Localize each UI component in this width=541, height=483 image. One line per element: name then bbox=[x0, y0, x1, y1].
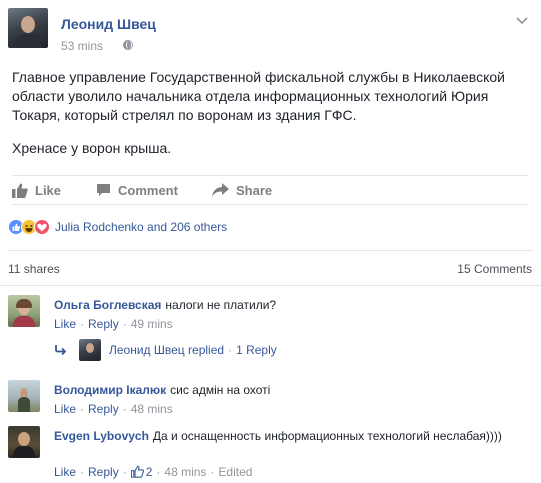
post-timestamp[interactable]: 53 mins bbox=[61, 39, 103, 53]
post-body: Главное управление Государственной фиска… bbox=[12, 68, 532, 172]
commenter-avatar[interactable] bbox=[8, 380, 40, 412]
share-button[interactable]: Share bbox=[212, 176, 272, 204]
comment-item: Володимир Ікалюк сис адмін на охоті Like ·… bbox=[8, 380, 533, 420]
comment-icon bbox=[97, 184, 110, 196]
comments-count[interactable]: 15 Comments bbox=[457, 262, 532, 276]
comment-button-label: Comment bbox=[118, 182, 178, 198]
commenter-avatar[interactable] bbox=[8, 426, 40, 458]
shares-count[interactable]: 11 shares bbox=[8, 262, 60, 276]
post-paragraph: Хренасе у ворон крыша. bbox=[12, 140, 172, 156]
comment-text-block: Evgen Lybovych Да и оснащенность информац… bbox=[54, 428, 524, 444]
love-icon bbox=[34, 219, 50, 235]
reply-author-avatar bbox=[79, 339, 101, 361]
comment-text: Да и оснащенность информационных техноло… bbox=[152, 429, 502, 443]
comment-like-link[interactable]: Like bbox=[54, 402, 76, 416]
comment-item: Ольга Боглевская налоги не платили? Like ·… bbox=[8, 295, 533, 335]
author-name[interactable]: Леонид Швец bbox=[61, 16, 156, 32]
divider bbox=[0, 285, 541, 286]
comment-text-block: Ольга Боглевская налоги не платили? bbox=[54, 297, 524, 313]
share-arrow-icon bbox=[212, 183, 229, 197]
commenter-name[interactable]: Ольга Боглевская bbox=[54, 298, 161, 312]
author-avatar[interactable] bbox=[8, 8, 48, 48]
comment-item: Evgen Lybovych Да и оснащенность информац… bbox=[8, 426, 533, 482]
like-count-icon bbox=[130, 465, 144, 478]
comment-reply-link[interactable]: Reply bbox=[88, 317, 119, 331]
comment-reply-link[interactable]: Reply bbox=[88, 402, 119, 416]
reactions-summary[interactable]: Julia Rodchenko and 206 others bbox=[8, 218, 227, 236]
commenter-name[interactable]: Evgen Lybovych bbox=[54, 429, 149, 443]
comment-meta: Like · Reply · 49 mins bbox=[54, 317, 173, 331]
comment-time[interactable]: 49 mins bbox=[131, 317, 173, 331]
comment-edited-label[interactable]: Edited bbox=[218, 465, 252, 479]
comment-text: сис адмін на охоті bbox=[170, 383, 271, 397]
comment-button[interactable]: Comment bbox=[96, 176, 178, 204]
reply-verb: replied bbox=[188, 343, 225, 357]
reply-author: Леонид Швец bbox=[109, 343, 185, 357]
commenter-name[interactable]: Володимир Ікалюк bbox=[54, 383, 166, 397]
commenter-avatar[interactable] bbox=[8, 295, 40, 327]
comment-meta: Like · Reply · 48 mins bbox=[54, 402, 173, 416]
comment-meta: Like · Reply · 2 · 48 mins · Edited bbox=[54, 465, 253, 479]
comment-time[interactable]: 48 mins bbox=[164, 465, 206, 479]
divider bbox=[8, 250, 533, 251]
like-button[interactable]: Like bbox=[12, 176, 61, 204]
reply-count: 1 Reply bbox=[236, 343, 277, 357]
comment-text-block: Володимир Ікалюк сис адмін на охоті bbox=[54, 382, 524, 398]
reactions-text[interactable]: Julia Rodchenko and 206 others bbox=[55, 220, 227, 234]
thumbs-up-icon bbox=[12, 183, 28, 198]
comment-reply-link[interactable]: Reply bbox=[88, 465, 119, 479]
reply-thread-text: Леонид Швец replied · 1 Reply bbox=[109, 343, 277, 357]
globe-icon bbox=[123, 40, 133, 50]
post-header: Леонид Швец 53 mins bbox=[8, 8, 533, 56]
comment-text: налоги не платили? bbox=[165, 298, 277, 312]
reply-arrow-icon bbox=[55, 345, 67, 356]
share-button-label: Share bbox=[236, 182, 273, 198]
post-paragraph: Главное управление Государственной фиска… bbox=[12, 69, 505, 123]
post-action-bar: Like Comment Share bbox=[12, 175, 529, 205]
comment-like-link[interactable]: Like bbox=[54, 465, 76, 479]
like-button-label: Like bbox=[35, 182, 62, 198]
chevron-down-icon[interactable] bbox=[515, 14, 529, 28]
comment-time[interactable]: 48 mins bbox=[131, 402, 173, 416]
comment-like-count[interactable]: 2 bbox=[146, 465, 153, 479]
comment-like-link[interactable]: Like bbox=[54, 317, 76, 331]
reply-thread-link[interactable]: Леонид Швец replied · 1 Reply bbox=[55, 339, 277, 361]
